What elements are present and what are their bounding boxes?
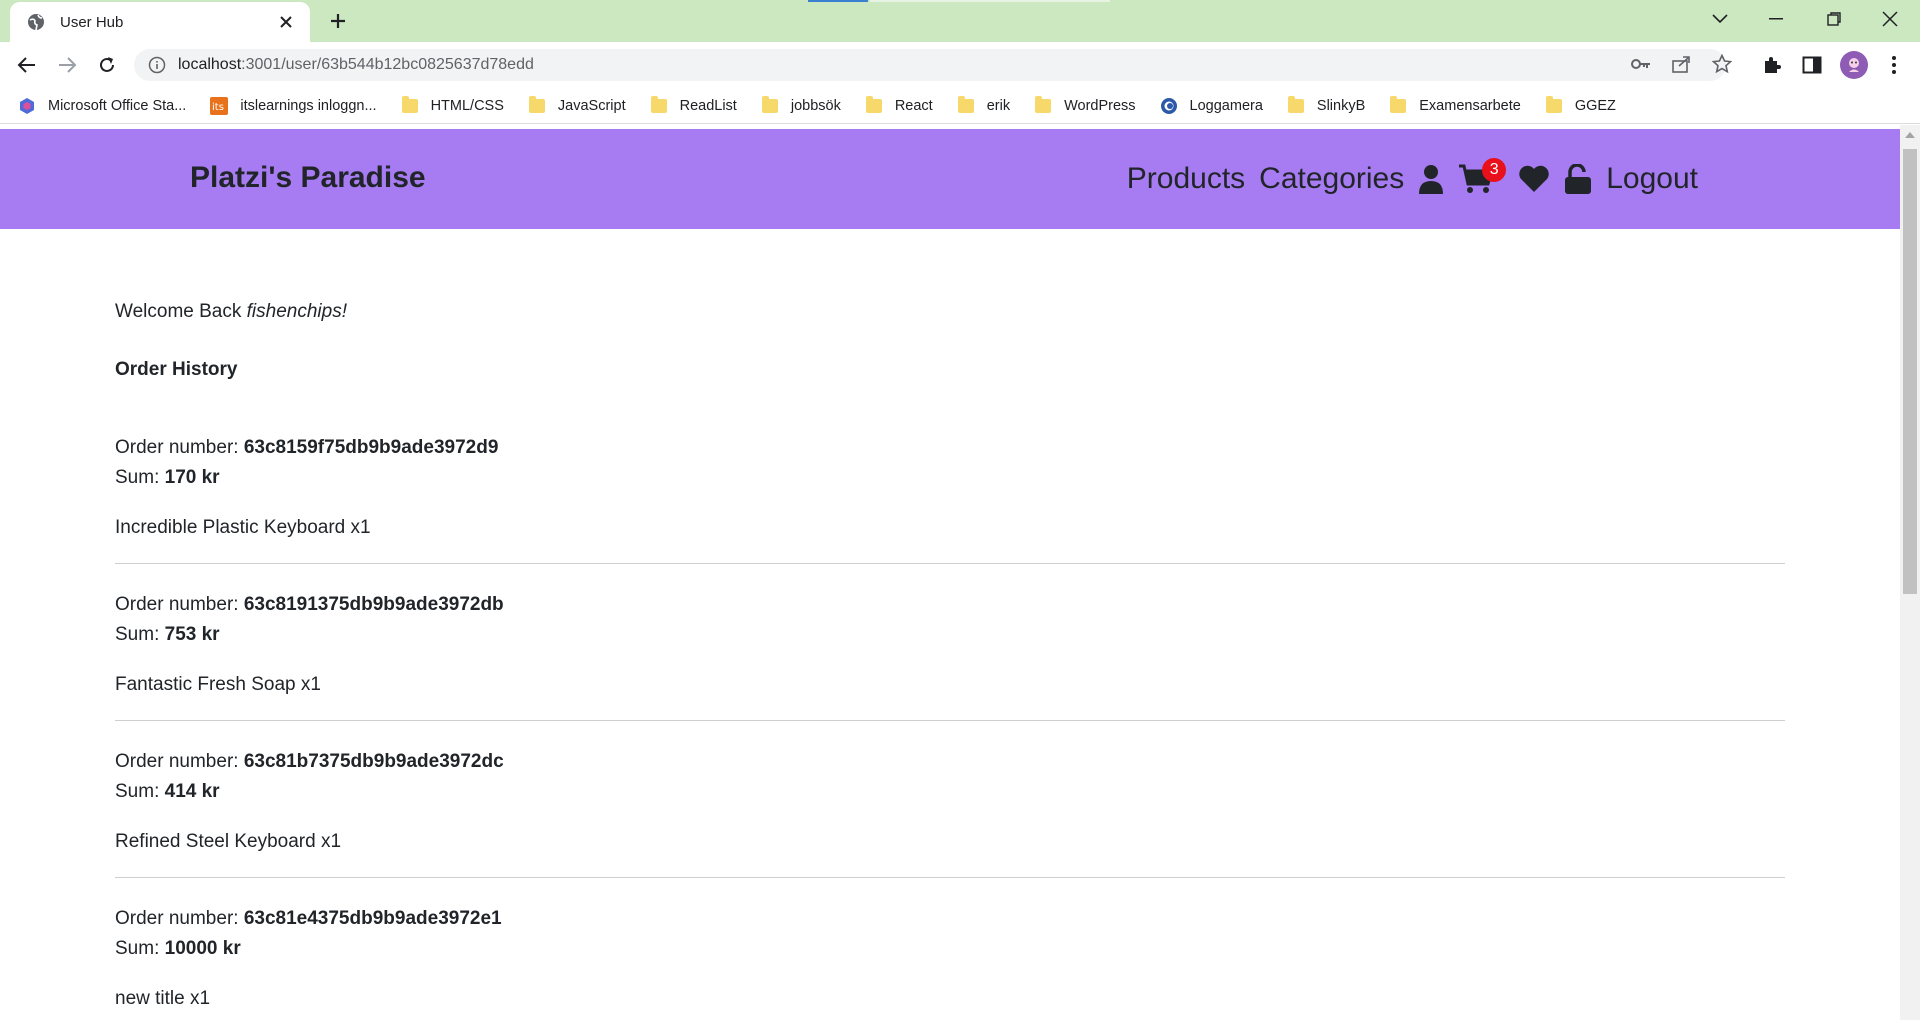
order-sum: 414 kr xyxy=(164,781,220,802)
cart-icon[interactable]: 3 xyxy=(1458,158,1507,194)
order-number: 63c81e4375db9b9ade3972e1 xyxy=(243,908,502,929)
order-number-label: Order number: xyxy=(115,594,239,615)
share-icon[interactable] xyxy=(1670,53,1692,75)
sum-label: Sum: xyxy=(115,938,160,959)
bookmark-folder[interactable]: HTML/CSS xyxy=(401,95,504,115)
nav-logout-link[interactable]: Logout xyxy=(1606,162,1698,196)
tab-search-icon[interactable] xyxy=(1692,0,1748,38)
bookmark-star-icon[interactable] xyxy=(1711,53,1733,75)
sum-label: Sum: xyxy=(115,467,160,488)
nav-links: Products Categories 3 Logout xyxy=(1113,157,1698,201)
bookmark-item[interactable]: Loggamera xyxy=(1160,97,1263,115)
its-icon: its xyxy=(210,96,229,115)
order-sum: 10000 kr xyxy=(164,938,241,959)
bookmark-folder[interactable]: SlinkyB xyxy=(1287,95,1365,115)
browser-tab-active[interactable]: User Hub xyxy=(10,2,310,42)
nav-products-link[interactable]: Products xyxy=(1127,162,1245,196)
bookmark-folder[interactable]: jobbsök xyxy=(761,95,841,115)
order-item: Incredible Plastic Keyboard x1 xyxy=(115,517,371,538)
folder-icon xyxy=(1034,95,1052,115)
browser-tab-bar: User Hub xyxy=(0,0,1920,42)
order-number-label: Order number: xyxy=(115,751,239,772)
order-item: Fantastic Fresh Soap x1 xyxy=(115,674,321,695)
profile-avatar[interactable] xyxy=(1840,51,1868,79)
order-number-label: Order number: xyxy=(115,437,239,458)
order-sum: 170 kr xyxy=(164,467,220,488)
folder-icon xyxy=(957,95,975,115)
folder-icon xyxy=(1287,95,1305,115)
bookmark-folder[interactable]: JavaScript xyxy=(528,95,626,115)
scrollbar-thumb[interactable] xyxy=(1903,149,1917,594)
back-arrow-icon[interactable] xyxy=(12,50,42,80)
address-bar[interactable]: localhost:3001/user/63b544b12bc0825637d7… xyxy=(134,49,1726,81)
menu-kebab-icon[interactable] xyxy=(1882,53,1906,77)
restore-icon[interactable] xyxy=(1806,0,1862,38)
cart-count-badge: 3 xyxy=(1482,158,1507,182)
page-viewport: Platzi's Paradise Products Categories 3 … xyxy=(0,125,1900,1020)
bookmark-item[interactable]: Microsoft Office Sta... xyxy=(18,97,186,115)
order-sum: 753 kr xyxy=(164,624,220,645)
bookmark-folder[interactable]: WordPress xyxy=(1034,95,1136,115)
bookmark-item[interactable]: its itslearnings inloggn... xyxy=(210,96,377,115)
svg-text:its: its xyxy=(212,102,224,113)
folder-icon xyxy=(650,95,668,115)
forward-arrow-icon[interactable] xyxy=(52,50,82,80)
page-scrollbar[interactable] xyxy=(1900,125,1920,1020)
site-navbar: Platzi's Paradise Products Categories 3 … xyxy=(0,129,1900,229)
key-icon[interactable] xyxy=(1630,53,1652,75)
folder-icon xyxy=(528,95,546,115)
close-tab-icon[interactable] xyxy=(276,12,296,32)
site-info-icon[interactable] xyxy=(148,56,166,74)
order-item: new title x1 xyxy=(115,988,211,1009)
order-history-title: Order History xyxy=(115,359,238,380)
username: fishenchips! xyxy=(246,301,347,322)
close-window-icon[interactable] xyxy=(1862,0,1918,38)
unlock-icon[interactable] xyxy=(1564,164,1592,194)
tab-title: User Hub xyxy=(60,13,124,31)
new-tab-button[interactable] xyxy=(326,9,350,33)
order-number-label: Order number: xyxy=(115,908,239,929)
order-item: Refined Steel Keyboard x1 xyxy=(115,831,342,852)
minimize-icon[interactable] xyxy=(1748,0,1804,38)
bookmarks-bar: Microsoft Office Sta... its itslearnings… xyxy=(0,88,1920,124)
order-number: 63c8191375db9b9ade3972db xyxy=(243,594,504,615)
order-number: 63c81b7375db9b9ade3972dc xyxy=(243,751,504,772)
order-entry: Order number: 63c8191375db9b9ade3972db S… xyxy=(115,590,1785,721)
sum-label: Sum: xyxy=(115,624,160,645)
extensions-puzzle-icon[interactable] xyxy=(1760,53,1784,77)
order-entry: Order number: 63c81b7375db9b9ade3972dc S… xyxy=(115,747,1785,878)
brand-logo[interactable]: Platzi's Paradise xyxy=(190,161,426,195)
bookmark-folder[interactable]: Examensarbete xyxy=(1389,95,1521,115)
tab-strip-accent xyxy=(808,0,868,2)
order-number: 63c8159f75db9b9ade3972d9 xyxy=(243,437,499,458)
welcome-message: Welcome Back fishenchips! xyxy=(115,301,347,322)
order-entry: Order number: 63c81e4375db9b9ade3972e1 S… xyxy=(115,904,1785,1020)
reload-icon[interactable] xyxy=(92,50,122,80)
office-icon xyxy=(18,97,36,115)
folder-icon xyxy=(401,95,419,115)
bookmark-folder[interactable]: ReadList xyxy=(650,95,737,115)
loggamera-icon xyxy=(1160,97,1178,115)
user-hub-content: Welcome Back fishenchips! Order History … xyxy=(115,301,1785,1020)
url-text: localhost:3001/user/63b544b12bc0825637d7… xyxy=(178,56,534,73)
scroll-up-arrow-icon[interactable] xyxy=(1905,132,1915,138)
folder-icon xyxy=(1389,95,1407,115)
bookmark-folder[interactable]: erik xyxy=(957,95,1010,115)
sum-label: Sum: xyxy=(115,781,160,802)
folder-icon xyxy=(865,95,883,115)
bookmark-folder[interactable]: GGEZ xyxy=(1545,95,1616,115)
order-list: Order number: 63c8159f75db9b9ade3972d9 S… xyxy=(115,433,1785,1020)
folder-icon xyxy=(1545,95,1563,115)
user-icon[interactable] xyxy=(1418,164,1444,194)
order-entry: Order number: 63c8159f75db9b9ade3972d9 S… xyxy=(115,433,1785,564)
globe-icon xyxy=(26,12,46,32)
nav-categories-link[interactable]: Categories xyxy=(1259,162,1404,196)
side-panel-icon[interactable] xyxy=(1800,53,1824,77)
bookmark-folder[interactable]: React xyxy=(865,95,933,115)
tab-strip-accent-light xyxy=(870,0,1110,2)
heart-icon[interactable] xyxy=(1518,165,1550,193)
browser-toolbar: localhost:3001/user/63b544b12bc0825637d7… xyxy=(0,42,1920,88)
folder-icon xyxy=(761,95,779,115)
